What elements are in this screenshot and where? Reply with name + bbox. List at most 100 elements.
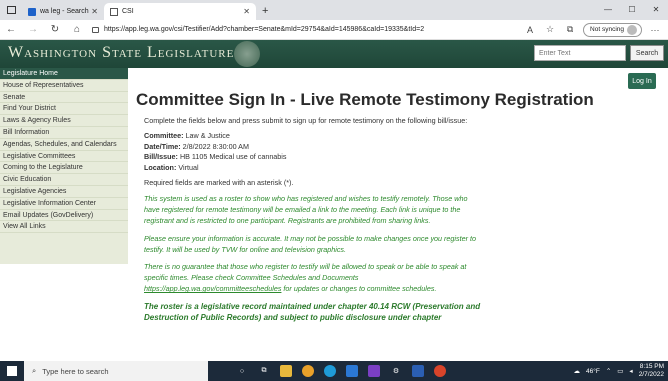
committee-row: Committee: Law & Justice xyxy=(144,131,656,142)
lock-icon[interactable] xyxy=(92,26,99,33)
tab-label: CSI xyxy=(122,8,134,15)
address-bar-row: ← → ↻ ⌂ https://app.leg.wa.gov/csi/Testi… xyxy=(0,20,668,40)
outlook-icon[interactable] xyxy=(346,365,358,377)
task-view-icon[interactable]: ⧉ xyxy=(258,365,270,377)
required-note: Required fields are marked with an aster… xyxy=(144,178,294,187)
sidebar-item-house[interactable]: House of Representatives xyxy=(0,80,128,92)
notice-public-record: The roster is a legislative record maint… xyxy=(144,301,481,322)
datetime-value: 2/8/2022 8:30:00 AM xyxy=(182,141,249,151)
notice-no-guarantee: There is no guarantee that those who reg… xyxy=(144,261,484,295)
taskbar-search[interactable]: ⌕ Type here to search xyxy=(24,361,208,381)
notice-text: There is no guarantee that those who reg… xyxy=(144,262,467,283)
sidebar-item-find-district[interactable]: Find Your District xyxy=(0,103,128,116)
taskbar: ⌕ Type here to search ○ ⧉ ⚙ ☁ 46°F ⌃ ▭ ◂… xyxy=(0,361,668,381)
app-icon[interactable] xyxy=(434,365,446,377)
home-icon[interactable]: ⌂ xyxy=(66,24,88,35)
sidebar-item-laws[interactable]: Laws & Agency Rules xyxy=(0,115,128,127)
page-icon xyxy=(110,7,118,16)
sidebar-item-agencies[interactable]: Legislative Agencies xyxy=(0,186,128,198)
forward-icon[interactable]: → xyxy=(22,24,44,35)
tab-search[interactable]: wa leg - Search ✕ xyxy=(22,3,104,20)
site-title[interactable]: Washington State Legislature xyxy=(8,44,234,62)
meeting-details: Committee: Law & Justice Date/Time: 2/8/… xyxy=(144,131,656,173)
intro-text: Complete the fields below and press subm… xyxy=(144,116,468,125)
url-text: https://app.leg.wa.gov/csi/Testifier/Add… xyxy=(104,26,425,33)
edge-icon[interactable] xyxy=(324,365,336,377)
committee-schedules-link[interactable]: https://app.leg.wa.gov/committeeschedule… xyxy=(144,284,281,293)
url-field[interactable]: https://app.leg.wa.gov/csi/Testifier/Add… xyxy=(88,22,523,38)
site-search-input[interactable] xyxy=(534,45,626,61)
taskbar-search-placeholder: Type here to search xyxy=(42,366,109,376)
sidebar-item-bill-info[interactable]: Bill Information xyxy=(0,127,128,139)
sidebar-item-email-updates[interactable]: Email Updates (GovDelivery) xyxy=(0,210,128,222)
browser-tab-bar: wa leg - Search ✕ CSI ✕ + — ☐ ✕ xyxy=(0,0,668,20)
sidebar-item-senate[interactable]: Senate xyxy=(0,92,128,104)
volume-icon[interactable]: ◂ xyxy=(629,367,632,375)
clock-date: 2/7/2022 xyxy=(638,371,664,378)
favorites-icon[interactable]: ☆ xyxy=(543,24,557,35)
bing-icon xyxy=(28,7,36,16)
page-title: Committee Sign In - Live Remote Testimon… xyxy=(136,90,594,109)
sidebar-nav: Legislature Home House of Representative… xyxy=(0,68,128,264)
notice-accuracy: Please ensure your information is accura… xyxy=(144,233,477,254)
read-aloud-icon[interactable]: A xyxy=(523,25,537,35)
chrome-icon[interactable] xyxy=(302,365,314,377)
location-row: Location: Virtual xyxy=(144,163,656,174)
new-tab-button[interactable]: + xyxy=(262,5,268,17)
committee-label: Committee: xyxy=(144,131,184,140)
sync-label: Not syncing xyxy=(590,26,624,33)
site-search-button[interactable]: Search xyxy=(630,45,664,61)
sidebar-item-coming[interactable]: Coming to the Legislature xyxy=(0,162,128,175)
file-explorer-icon[interactable] xyxy=(280,365,292,377)
windows-start-icon[interactable] xyxy=(0,361,24,381)
datetime-label: Date/Time: xyxy=(144,141,181,151)
bill-value: HB 1105 Medical use of cannabis xyxy=(179,152,287,161)
weather-icon[interactable]: ☁ xyxy=(574,367,581,375)
clock-time: 8:15 PM xyxy=(639,363,664,370)
sidebar-item-committees[interactable]: Legislative Committees xyxy=(0,151,128,163)
tab-actions-icon[interactable] xyxy=(0,0,22,20)
toolbar-buttons: A ☆ ⧉ Not syncing ··· xyxy=(523,22,668,37)
tab-label: wa leg - Search xyxy=(40,8,89,15)
refresh-icon[interactable]: ↻ xyxy=(44,24,66,35)
minimize-button[interactable]: — xyxy=(596,0,620,20)
profile-button[interactable]: Not syncing xyxy=(583,22,642,37)
clock[interactable]: 8:15 PM 2/7/2022 xyxy=(639,363,664,379)
state-seal-logo xyxy=(234,41,260,67)
tray-chevron-icon[interactable]: ⌃ xyxy=(606,367,611,375)
close-tab-icon[interactable]: ✕ xyxy=(243,7,250,16)
sidebar-item-view-all[interactable]: View All Links xyxy=(0,221,128,234)
close-window-button[interactable]: ✕ xyxy=(644,0,668,20)
cortana-icon[interactable]: ○ xyxy=(236,365,248,377)
settings-icon[interactable]: ⚙ xyxy=(390,365,402,377)
sidebar-item-legislature-home[interactable]: Legislature Home xyxy=(0,68,128,80)
notice-text: for updates or changes to committee sche… xyxy=(281,284,437,294)
taskbar-apps: ○ ⧉ ⚙ xyxy=(236,365,446,377)
main-content: Committee Sign In - Live Remote Testimon… xyxy=(136,90,656,323)
location-value: Virtual xyxy=(178,162,199,172)
collections-icon[interactable]: ⧉ xyxy=(563,24,577,35)
sidebar-item-agendas[interactable]: Agendas, Schedules, and Calendars xyxy=(0,139,128,151)
bill-label: Bill/Issue: xyxy=(144,152,178,161)
search-icon: ⌕ xyxy=(32,366,37,375)
login-button[interactable]: Log In xyxy=(628,73,656,89)
sidebar-item-info-center[interactable]: Legislative Information Center xyxy=(0,198,128,210)
sidebar-item-civic-education[interactable]: Civic Education xyxy=(0,174,128,186)
bill-row: Bill/Issue: HB 1105 Medical use of canna… xyxy=(144,152,656,163)
network-icon[interactable]: ▭ xyxy=(617,367,623,375)
datetime-row: Date/Time: 2/8/2022 8:30:00 AM xyxy=(144,142,656,153)
word-icon[interactable] xyxy=(412,365,424,377)
tab-csi[interactable]: CSI ✕ xyxy=(104,3,256,20)
committee-value: Law & Justice xyxy=(185,131,230,140)
location-label: Location: xyxy=(144,162,177,172)
close-tab-icon[interactable]: ✕ xyxy=(91,7,98,16)
avatar xyxy=(627,24,637,35)
onenote-icon[interactable] xyxy=(368,365,380,377)
notice-roster: This system is used as a roster to show … xyxy=(144,194,468,226)
weather-temp[interactable]: 46°F xyxy=(586,368,600,375)
window-controls: — ☐ ✕ xyxy=(596,0,668,20)
system-tray: ☁ 46°F ⌃ ▭ ◂ 8:15 PM 2/7/2022 xyxy=(574,361,665,381)
more-icon[interactable]: ··· xyxy=(648,25,662,35)
maximize-button[interactable]: ☐ xyxy=(620,0,644,20)
back-icon[interactable]: ← xyxy=(0,24,22,35)
